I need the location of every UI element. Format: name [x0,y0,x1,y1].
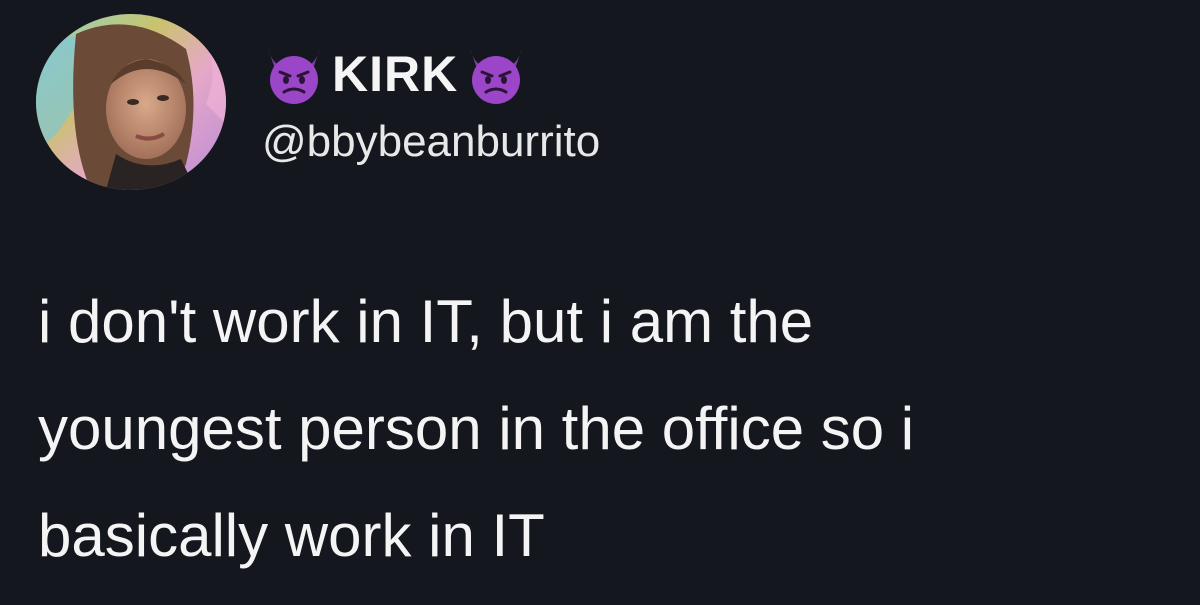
display-name-row[interactable]: KIRK [262,38,600,110]
tweet-card: KIRK @bbybeanburrito i don't work in IT,… [0,0,1200,605]
user-meta: KIRK @bbybeanburrito [262,38,600,170]
avatar-image [36,14,226,190]
avatar[interactable] [36,14,226,190]
smiling-imp-emoji-icon [268,48,320,104]
tweet-header: KIRK @bbybeanburrito [36,14,600,194]
smiling-imp-emoji-icon [470,48,523,104]
user-handle[interactable]: @bbybeanburrito [262,114,600,170]
display-name: KIRK [332,46,459,102]
tweet-text: i don't work in IT, but i am the younges… [38,288,915,569]
